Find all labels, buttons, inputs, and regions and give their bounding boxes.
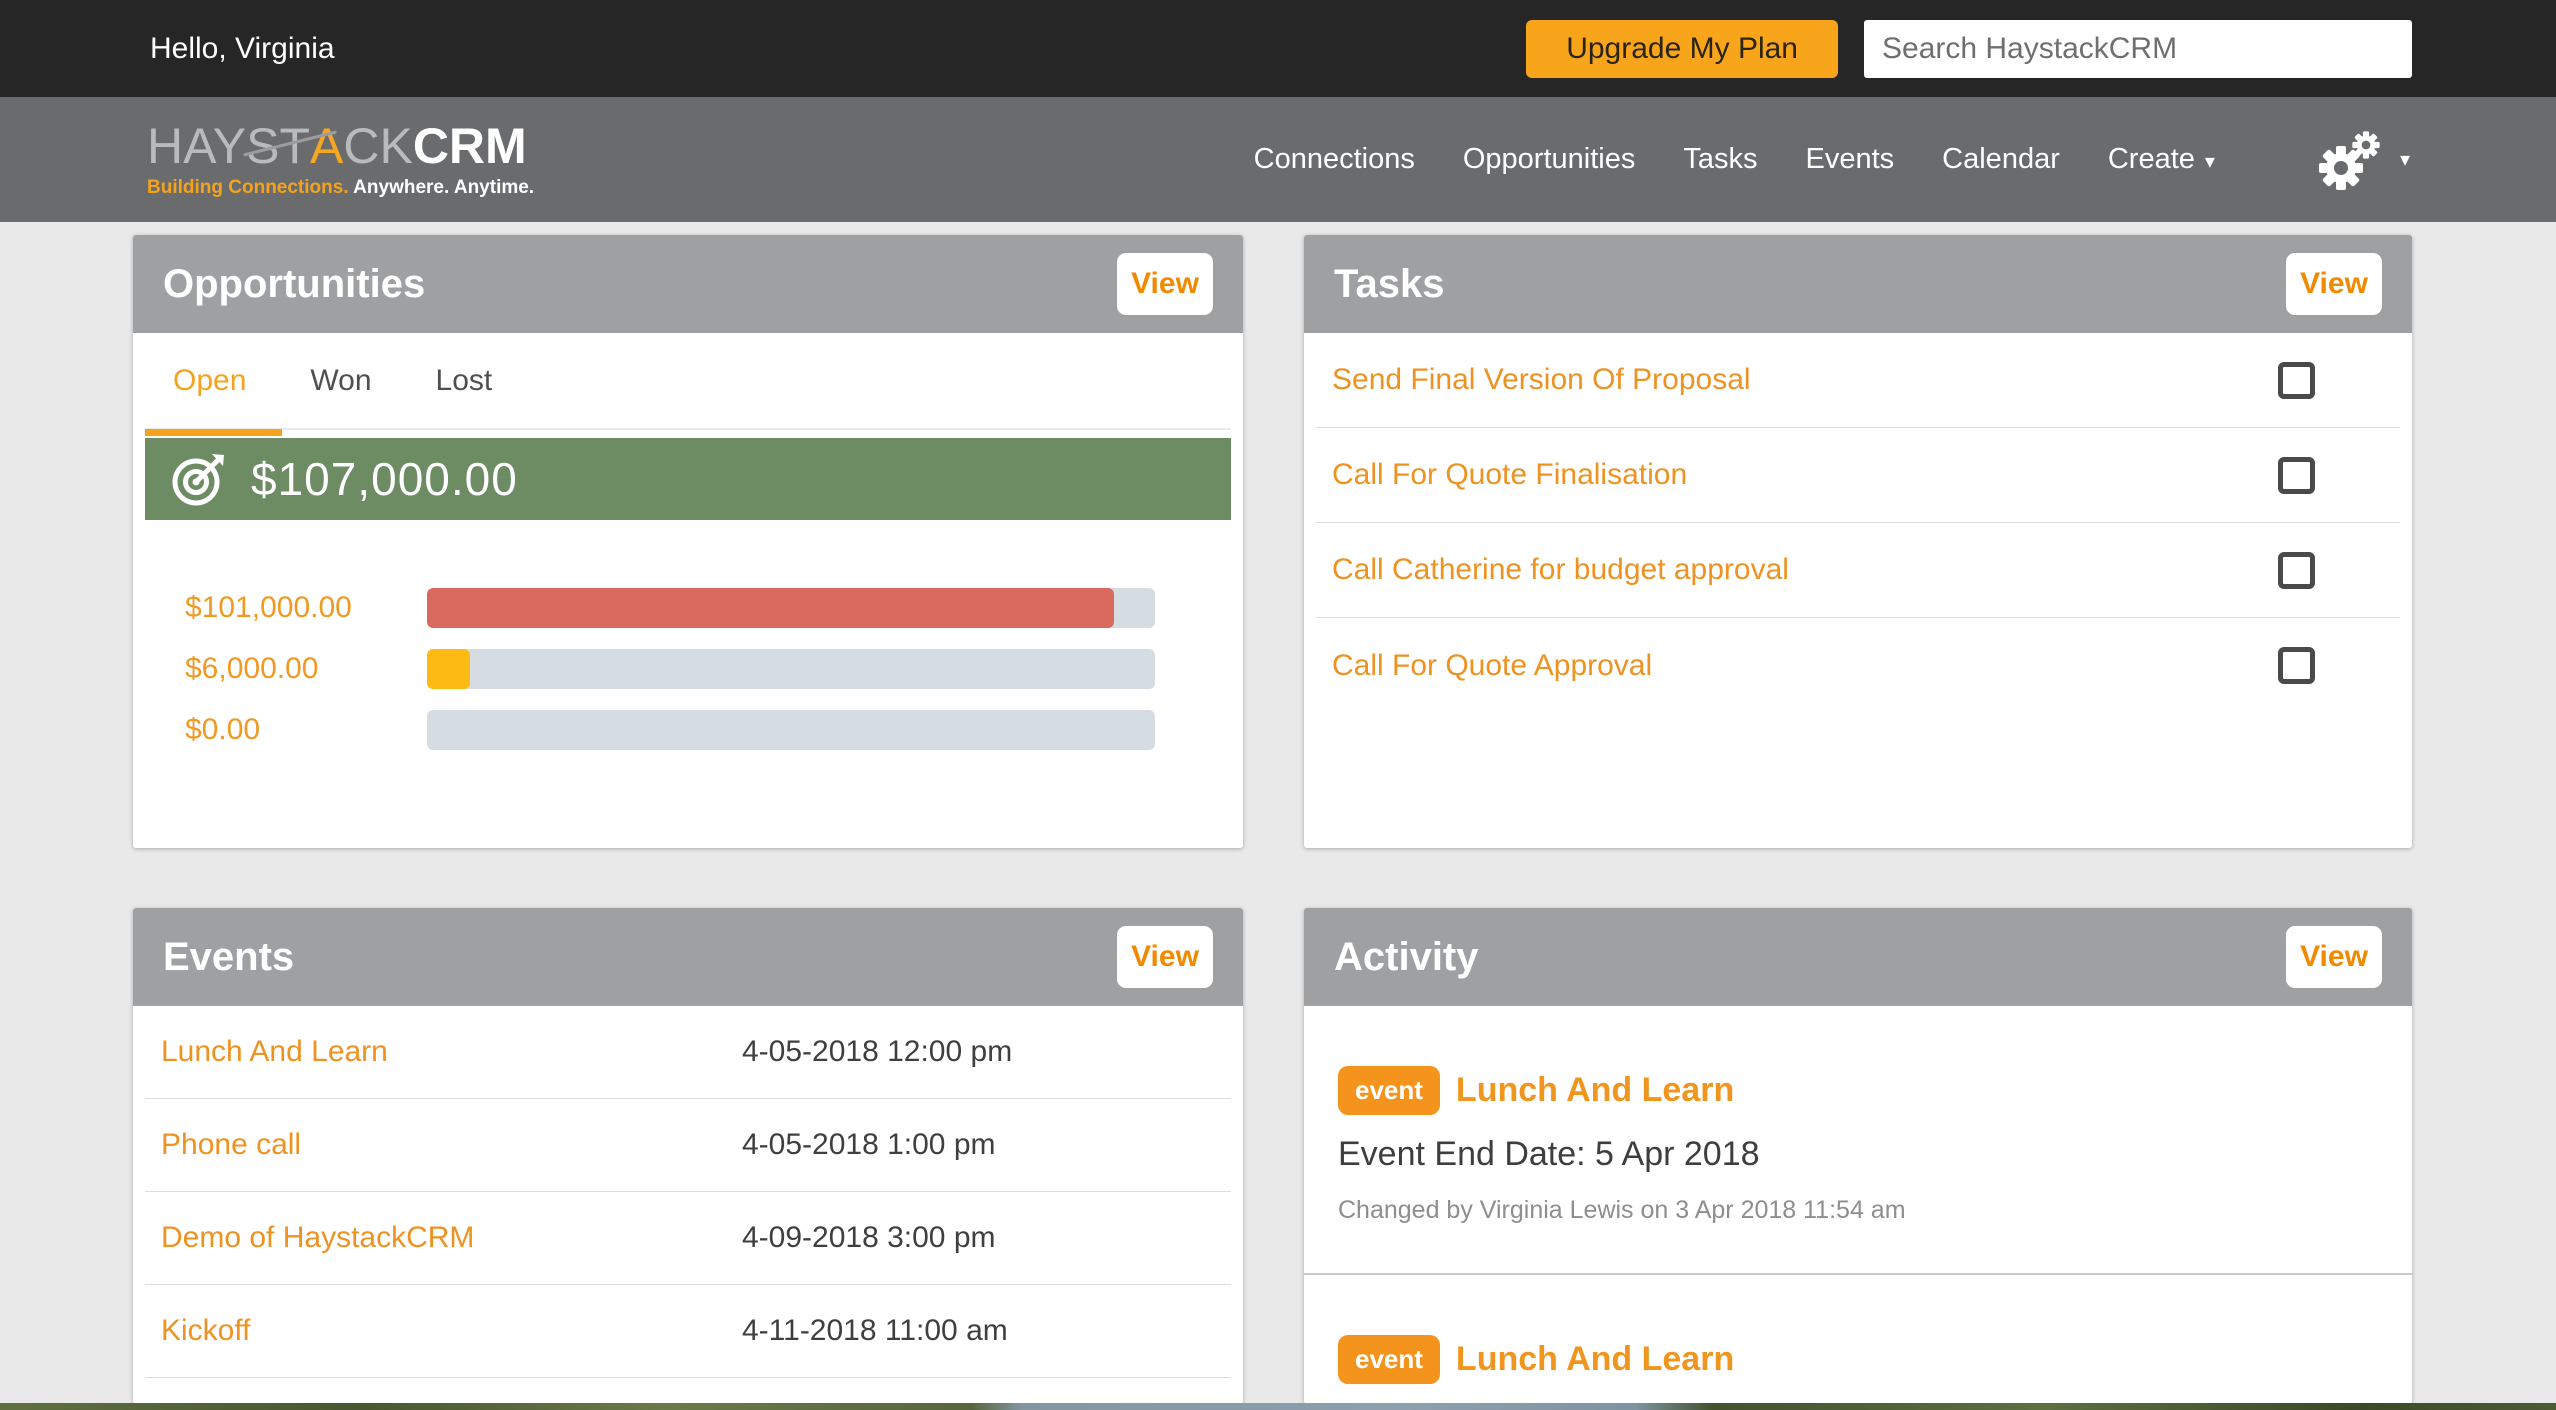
events-card: Events View Lunch And Learn 4-05-2018 12… [133,908,1243,1404]
activity-meta: Changed by Virginia Lewis on 3 Apr 2018 … [1338,1196,2392,1225]
bar-label: $0.00 [145,713,427,747]
opportunities-tabs: Open Won Lost [145,333,1231,430]
dashboard-grid: Opportunities View Open Won Lost $107,00… [0,222,2556,1404]
event-datetime: 4-09-2018 3:00 pm [742,1221,996,1255]
logo-needle-a: A [310,118,343,174]
event-link[interactable]: Phone call [145,1128,301,1162]
task-checkbox[interactable] [2278,647,2315,684]
total-banner: $107,000.00 [145,438,1231,520]
opportunities-body: Open Won Lost $107,000.00 $101,000.00 [133,333,1243,750]
search-input[interactable] [1864,20,2412,78]
logo-haystack-right: CK [343,118,412,174]
bar-label: $101,000.00 [145,591,427,625]
chevron-down-icon: ▾ [2400,147,2410,172]
bar-fill [427,649,470,689]
bar-track [427,588,1155,628]
nav-item-connections[interactable]: Connections [1254,143,1415,176]
nav-links: Connections Opportunities Tasks Events C… [1254,130,2410,190]
event-row: Phone call 4-05-2018 1:00 pm [145,1099,1231,1192]
tasks-card: Tasks View Send Final Version Of Proposa… [1304,235,2412,848]
task-link[interactable]: Send Final Version Of Proposal [1332,363,1751,397]
activity-record-link[interactable]: Lunch And Learn [1456,1071,1734,1110]
tab-open[interactable]: Open [173,364,246,398]
haystackcrm-logo[interactable]: HAYSTACKCRM Building Connections. Anywhe… [147,121,534,199]
activity-entry: event Lunch And Learn Event End Date: 5 … [1304,1006,2412,1275]
task-link[interactable]: Call For Quote Finalisation [1332,458,1687,492]
nav-item-create[interactable]: Create▾ [2108,143,2215,176]
event-link[interactable]: Lunch And Learn [145,1035,388,1069]
event-datetime: 4-05-2018 1:00 pm [742,1128,996,1162]
event-datetime: 4-11-2018 11:00 am [742,1314,1008,1348]
bar-fill [427,588,1114,628]
bar-row: $6,000.00 [145,649,1231,689]
task-row: Call For Quote Finalisation [1316,428,2400,523]
settings-menu-button[interactable]: ▾ [2318,130,2410,190]
activity-feed: event Lunch And Learn Event End Date: 5 … [1304,1006,2412,1404]
task-checkbox[interactable] [2278,362,2315,399]
logo-crm: CRM [413,118,527,174]
target-icon [171,451,227,507]
nav-item-calendar[interactable]: Calendar [1942,143,2060,176]
tasks-card-header: Tasks View [1304,235,2412,333]
task-row: Call For Quote Approval [1316,618,2400,713]
navbar: HAYSTACKCRM Building Connections. Anywhe… [0,97,2556,222]
bar-label: $6,000.00 [145,652,427,686]
nav-item-opportunities[interactable]: Opportunities [1463,143,1636,176]
gear-icon [2318,130,2384,190]
events-view-button[interactable]: View [1117,926,1213,988]
event-row: Lunch And Learn 4-05-2018 12:00 pm [145,1006,1231,1099]
task-row: Call Catherine for budget approval [1316,523,2400,618]
event-type-badge: event [1338,1066,1440,1115]
task-link[interactable]: Call For Quote Approval [1332,649,1652,683]
opportunity-bars: $101,000.00 $6,000.00 $0.00 [145,588,1231,750]
activity-head: event Lunch And Learn [1338,1335,2392,1384]
event-link[interactable]: Demo of HaystackCRM [145,1221,474,1255]
event-type-badge: event [1338,1335,1440,1384]
card-title: Opportunities [163,262,425,307]
open-total-amount: $107,000.00 [251,452,518,506]
bar-track [427,649,1155,689]
event-datetime: 4-05-2018 12:00 pm [742,1035,1012,1069]
task-checkbox[interactable] [2278,457,2315,494]
opportunities-view-button[interactable]: View [1117,253,1213,315]
activity-head: event Lunch And Learn [1338,1066,2392,1115]
bar-row: $0.00 [145,710,1231,750]
task-checkbox[interactable] [2278,552,2315,589]
card-title: Events [163,935,294,980]
event-row: Kickoff 4-11-2018 11:00 am [145,1285,1231,1378]
greeting-text: Hello, Virginia [150,32,335,66]
bar-row: $101,000.00 [145,588,1231,628]
topbar: Hello, Virginia Upgrade My Plan [0,0,2556,97]
task-link[interactable]: Call Catherine for budget approval [1332,553,1789,587]
bar-track [427,710,1155,750]
opportunities-card-header: Opportunities View [133,235,1243,333]
card-title: Tasks [1334,262,1444,307]
tasks-view-button[interactable]: View [2286,253,2382,315]
nav-item-events[interactable]: Events [1806,143,1895,176]
events-list: Lunch And Learn 4-05-2018 12:00 pm Phone… [133,1006,1243,1378]
logo-wordmark: HAYSTACKCRM [147,121,534,171]
event-row: Demo of HaystackCRM 4-09-2018 3:00 pm [145,1192,1231,1285]
tab-lost[interactable]: Lost [436,364,493,398]
chevron-down-icon: ▾ [2205,149,2215,174]
background-photo-strip [0,1403,2556,1410]
active-tab-indicator [145,429,282,436]
tab-won[interactable]: Won [310,364,371,398]
event-link[interactable]: Kickoff [145,1314,251,1348]
activity-card-header: Activity View [1304,908,2412,1006]
nav-item-tasks[interactable]: Tasks [1683,143,1757,176]
activity-detail: Event End Date: 5 Apr 2018 [1338,1135,2392,1174]
task-row: Send Final Version Of Proposal [1316,333,2400,428]
card-title: Activity [1334,935,1479,980]
activity-entry: event Lunch And Learn Event End Date: 5 … [1304,1275,2412,1404]
tasks-list: Send Final Version Of Proposal Call For … [1304,333,2412,713]
upgrade-plan-button[interactable]: Upgrade My Plan [1526,20,1838,78]
activity-record-link[interactable]: Lunch And Learn [1456,1340,1734,1379]
events-card-header: Events View [133,908,1243,1006]
opportunities-card: Opportunities View Open Won Lost $107,00… [133,235,1243,848]
logo-tagline: Building Connections. Anywhere. Anytime. [147,177,534,199]
activity-view-button[interactable]: View [2286,926,2382,988]
activity-card: Activity View event Lunch And Learn Even… [1304,908,2412,1404]
